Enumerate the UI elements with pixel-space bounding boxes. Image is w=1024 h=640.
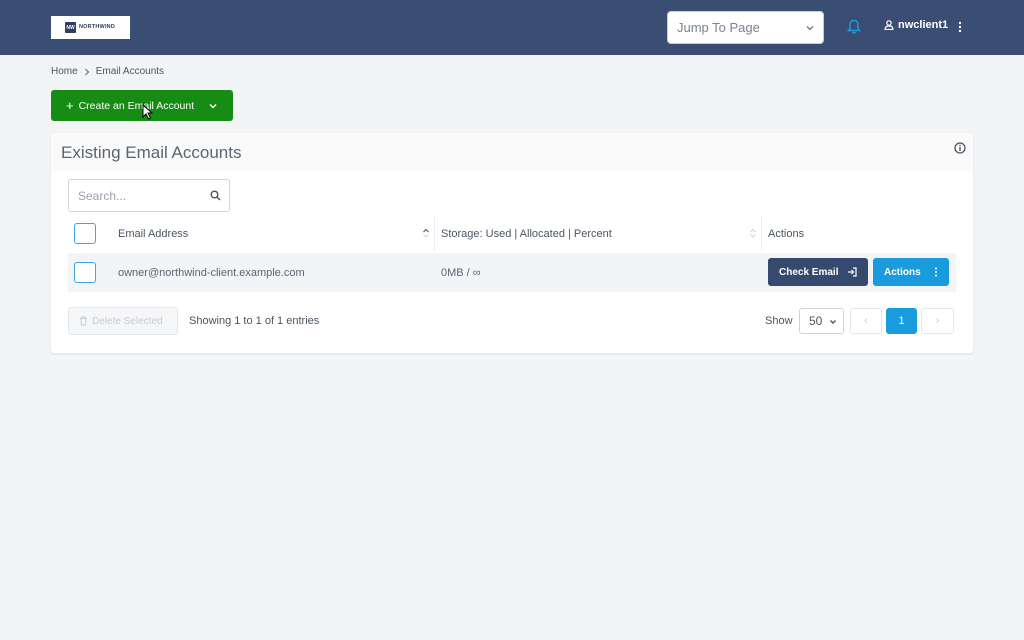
user-menu[interactable]: nwclient1: [884, 19, 948, 31]
more-vertical-icon: [935, 267, 937, 277]
jump-to-page-select[interactable]: Jump To Page: [667, 11, 824, 44]
check-email-label: Check Email: [779, 266, 839, 278]
column-email-label: Email Address: [118, 227, 189, 240]
user-icon: [884, 20, 894, 30]
row-storage: 0MB / ∞: [441, 266, 481, 279]
chevron-down-icon: [209, 103, 217, 109]
table-header: Email Address Storage: Used | Allocated …: [68, 216, 956, 251]
column-email[interactable]: Email Address: [118, 216, 188, 251]
more-vertical-icon[interactable]: [957, 21, 963, 33]
breadcrumb-current: Email Accounts: [95, 66, 165, 77]
breadcrumb-home[interactable]: Home: [51, 66, 78, 77]
column-actions: Actions: [768, 216, 804, 251]
search-input[interactable]: Search...: [68, 179, 230, 212]
top-navbar: NW NORTHWIND Jump To Page nwclient1: [0, 0, 1024, 55]
column-storage[interactable]: Storage: Used | Allocated | Percent: [441, 216, 612, 251]
trash-icon: [80, 316, 87, 326]
per-page-select[interactable]: 50: [799, 308, 844, 334]
column-storage-label: Storage: Used | Allocated | Percent: [441, 227, 612, 240]
sign-in-icon: [848, 267, 857, 277]
select-all-checkbox-cell: [74, 216, 96, 251]
plus-icon: +: [66, 98, 74, 113]
check-email-button[interactable]: Check Email: [768, 258, 868, 286]
chevron-down-icon: [830, 320, 836, 324]
row-checkbox[interactable]: [74, 262, 96, 283]
logo-mark: NW: [65, 22, 76, 33]
column-divider: [761, 216, 762, 251]
sort-icon[interactable]: [749, 227, 757, 239]
create-email-account-label: Create an Email Account: [78, 99, 195, 112]
delete-selected-label: Delete Selected: [92, 315, 163, 327]
card-title: Existing Email Accounts: [61, 143, 242, 162]
mouse-cursor-icon: [142, 104, 153, 120]
column-divider: [434, 216, 435, 251]
delete-selected-button[interactable]: Delete Selected: [68, 307, 178, 335]
chevron-down-icon: [806, 26, 814, 31]
row-email: owner@northwind-client.example.com: [118, 266, 305, 279]
search-icon: [210, 190, 221, 201]
actions-label: Actions: [884, 266, 921, 278]
entries-info: Showing 1 to 1 of 1 entries: [189, 315, 320, 327]
breadcrumb: Home Email Accounts: [51, 66, 164, 77]
per-page-value: 50: [809, 314, 823, 328]
logo-text: NORTHWIND: [79, 23, 116, 30]
column-actions-label: Actions: [768, 227, 805, 240]
bell-icon[interactable]: [847, 19, 861, 35]
table-row: owner@northwind-client.example.com 0MB /…: [68, 253, 956, 292]
search-placeholder: Search...: [78, 188, 127, 203]
info-icon[interactable]: [954, 142, 966, 154]
pagination-page-1[interactable]: 1: [886, 308, 917, 334]
pagination-next[interactable]: ›: [921, 308, 954, 334]
row-checkbox-cell: [74, 253, 96, 292]
sort-asc-icon[interactable]: [422, 227, 430, 239]
chevron-right-icon: [84, 68, 90, 76]
email-accounts-card: Existing Email Accounts Search... Email …: [51, 133, 973, 353]
show-label: Show: [765, 315, 793, 327]
select-all-checkbox[interactable]: [74, 223, 96, 244]
jump-to-page-label: Jump To Page: [677, 20, 760, 35]
actions-button[interactable]: Actions: [873, 258, 949, 286]
brand-logo[interactable]: NW NORTHWIND: [51, 16, 130, 39]
username: nwclient1: [898, 19, 949, 31]
pagination-prev[interactable]: ‹: [850, 308, 882, 334]
